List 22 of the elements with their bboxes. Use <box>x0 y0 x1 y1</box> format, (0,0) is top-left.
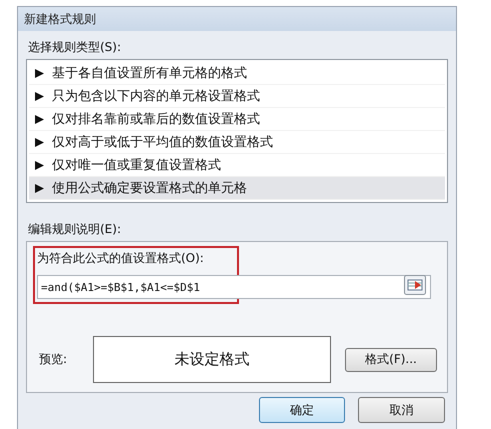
triangle-icon <box>35 138 44 146</box>
rule-type-item[interactable]: 只为包含以下内容的单元格设置格式 <box>29 85 445 108</box>
triangle-icon <box>35 114 44 124</box>
triangle-icon <box>35 160 44 170</box>
preview-box: 未设定格式 <box>93 336 331 383</box>
preview-label: 预览: <box>38 351 68 368</box>
formula-field[interactable]: =and($A1>=$B$1,$A1<=$D$1 <box>37 275 431 299</box>
window-title: 新建格式规则 <box>23 11 96 28</box>
rule-type-label: 选择规则类型(S): <box>28 39 122 56</box>
formula-label: 为符合此公式的值设置格式(O): <box>37 251 204 265</box>
triangle-icon <box>35 184 44 192</box>
rule-type-item[interactable]: 基于各自值设置所有单元格的格式 <box>29 62 445 85</box>
rule-type-item[interactable]: 仅对排名靠前或靠后的数值设置格式 <box>29 108 445 131</box>
triangle-icon <box>35 68 44 78</box>
cancel-button[interactable]: 取消 <box>358 397 445 423</box>
rule-type-item[interactable]: 使用公式确定要设置格式的单元格 <box>29 177 445 200</box>
ok-button[interactable]: 确定 <box>259 397 345 423</box>
range-picker-icon[interactable] <box>404 275 426 295</box>
rule-type-item[interactable]: 仅对高于或低于平均值的数值设置格式 <box>29 131 445 154</box>
format-button[interactable]: 格式(F)... <box>345 348 437 372</box>
rule-description-label: 编辑规则说明(E): <box>28 221 121 238</box>
triangle-icon <box>35 92 44 100</box>
